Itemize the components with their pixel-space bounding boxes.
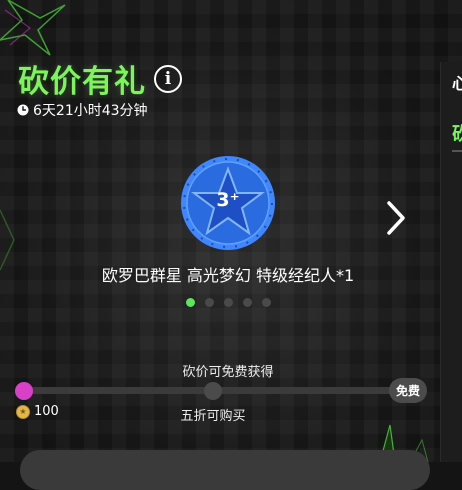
progress-caption: 砍价可免费获得 [182,365,274,380]
next-card-title: 心 [452,74,462,93]
countdown-text: 6天21小时43分钟 [33,103,148,119]
next-arrow-icon[interactable] [383,199,409,237]
free-marker: 免费 [389,378,427,403]
carousel-dot[interactable] [205,298,214,307]
carousel-dot[interactable] [243,298,252,307]
info-icon-glyph: i [164,68,172,89]
carousel-dot[interactable] [262,298,271,307]
header-row: 砍价有礼 i [18,56,182,101]
half-price-marker [204,382,222,400]
decor-shard-top-left [0,0,66,56]
reward-name: 欧罗巴群星 高光梦幻 特级经纪人*1 [101,266,355,285]
info-icon[interactable]: i [154,64,182,93]
countdown: 6天21小时43分钟 [17,100,148,120]
carousel-dot[interactable] [186,298,195,307]
progress-thumb [15,382,33,400]
carousel-indicator [186,298,271,307]
clock-icon [17,104,29,116]
page-title: 砍价有礼 [18,64,146,100]
half-price-label: 五折可购买 [180,409,246,424]
next-card-divider [452,150,462,152]
carousel-dot[interactable] [224,298,233,307]
action-button[interactable] [20,450,430,490]
reward-badge-label: 3⁺ [216,189,240,211]
next-card-green-text: 砍 [452,124,462,145]
